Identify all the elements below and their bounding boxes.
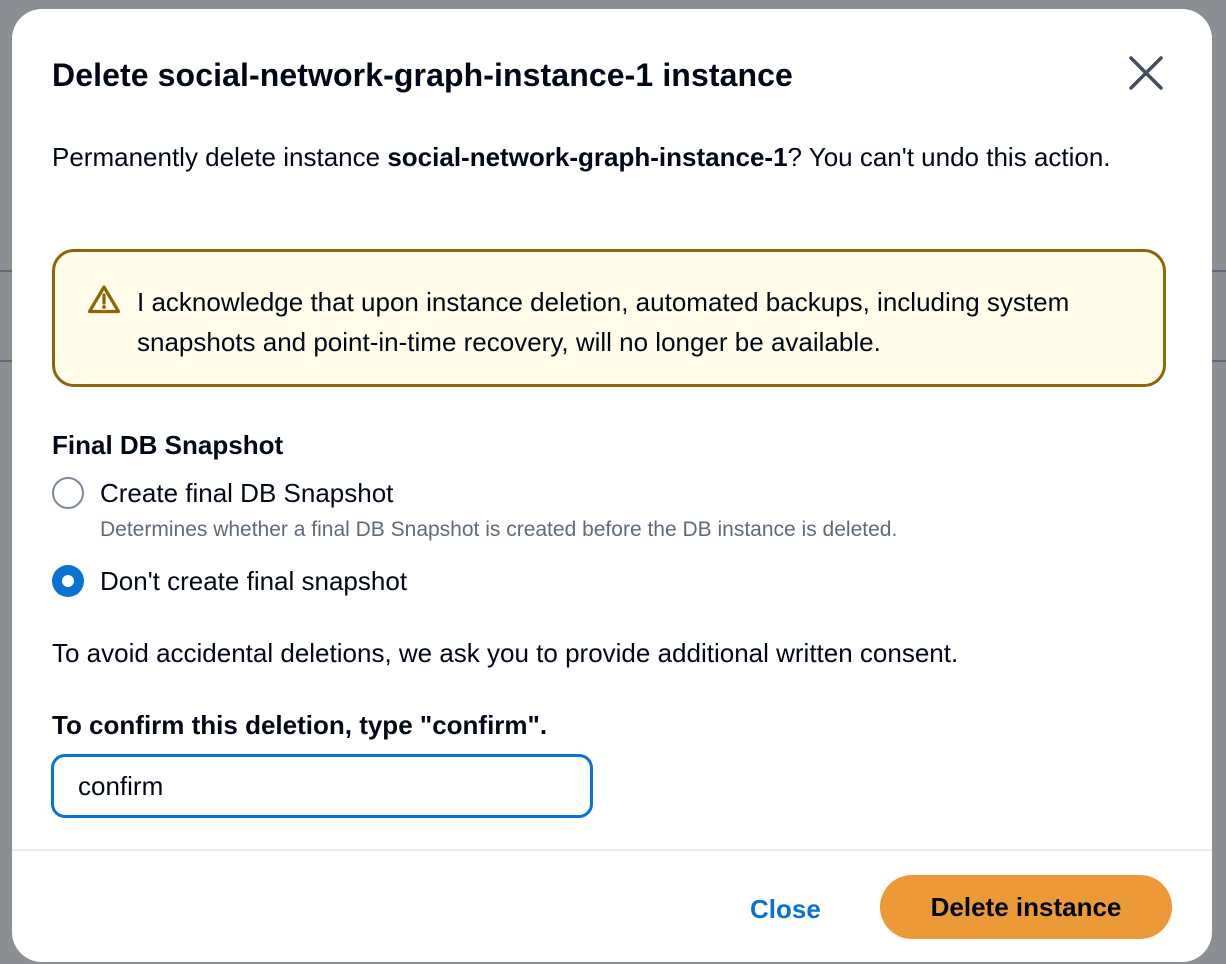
dialog-description: Permanently delete instance social-netwo… — [52, 137, 1162, 177]
consent-text: To avoid accidental deletions, we ask yo… — [52, 638, 959, 668]
warning-alert: I acknowledge that upon instance deletio… — [52, 249, 1166, 387]
radio-text: Create final DB Snapshot Determines whet… — [100, 473, 897, 545]
warning-icon — [87, 284, 121, 314]
radio-label: Don't create final snapshot — [100, 566, 408, 596]
final-snapshot-label: Final DB Snapshot — [52, 430, 284, 460]
radio-text: Don't create final snapshot — [100, 561, 407, 601]
title-suffix: instance — [662, 57, 793, 93]
title-prefix: Delete — [52, 57, 149, 93]
confirm-input[interactable] — [51, 754, 593, 818]
description-suffix: ? You can't undo this action. — [787, 142, 1111, 172]
background-divider — [0, 270, 12, 272]
dialog-header: Delete social-network-graph-instance-1 i… — [52, 53, 1172, 99]
radio-dont-create-final-snapshot[interactable]: Don't create final snapshot — [52, 561, 407, 601]
background-divider — [1212, 270, 1226, 272]
footer-divider — [12, 849, 1212, 851]
warning-alert-text: I acknowledge that upon instance deletio… — [137, 287, 1070, 357]
close-button[interactable]: Close — [730, 887, 841, 931]
radio-description: Determines whether a final DB Snapshot i… — [100, 518, 898, 541]
delete-instance-dialog: Delete social-network-graph-instance-1 i… — [12, 9, 1212, 962]
radio-button-selected[interactable] — [52, 565, 84, 597]
background-divider — [1212, 360, 1226, 362]
close-icon[interactable] — [1120, 47, 1172, 99]
title-instance-name: social-network-graph-instance-1 — [157, 57, 654, 93]
dialog-title: Delete social-network-graph-instance-1 i… — [52, 53, 793, 97]
description-prefix: Permanently delete instance — [52, 142, 381, 172]
delete-instance-button[interactable]: Delete instance — [880, 875, 1172, 939]
description-instance-name: social-network-graph-instance-1 — [387, 142, 788, 172]
confirm-field-label: To confirm this deletion, type "confirm"… — [52, 710, 548, 740]
radio-create-final-snapshot[interactable]: Create final DB Snapshot Determines whet… — [52, 473, 897, 545]
background-divider — [0, 360, 12, 362]
radio-button[interactable] — [52, 477, 84, 509]
radio-label: Create final DB Snapshot — [100, 478, 394, 508]
